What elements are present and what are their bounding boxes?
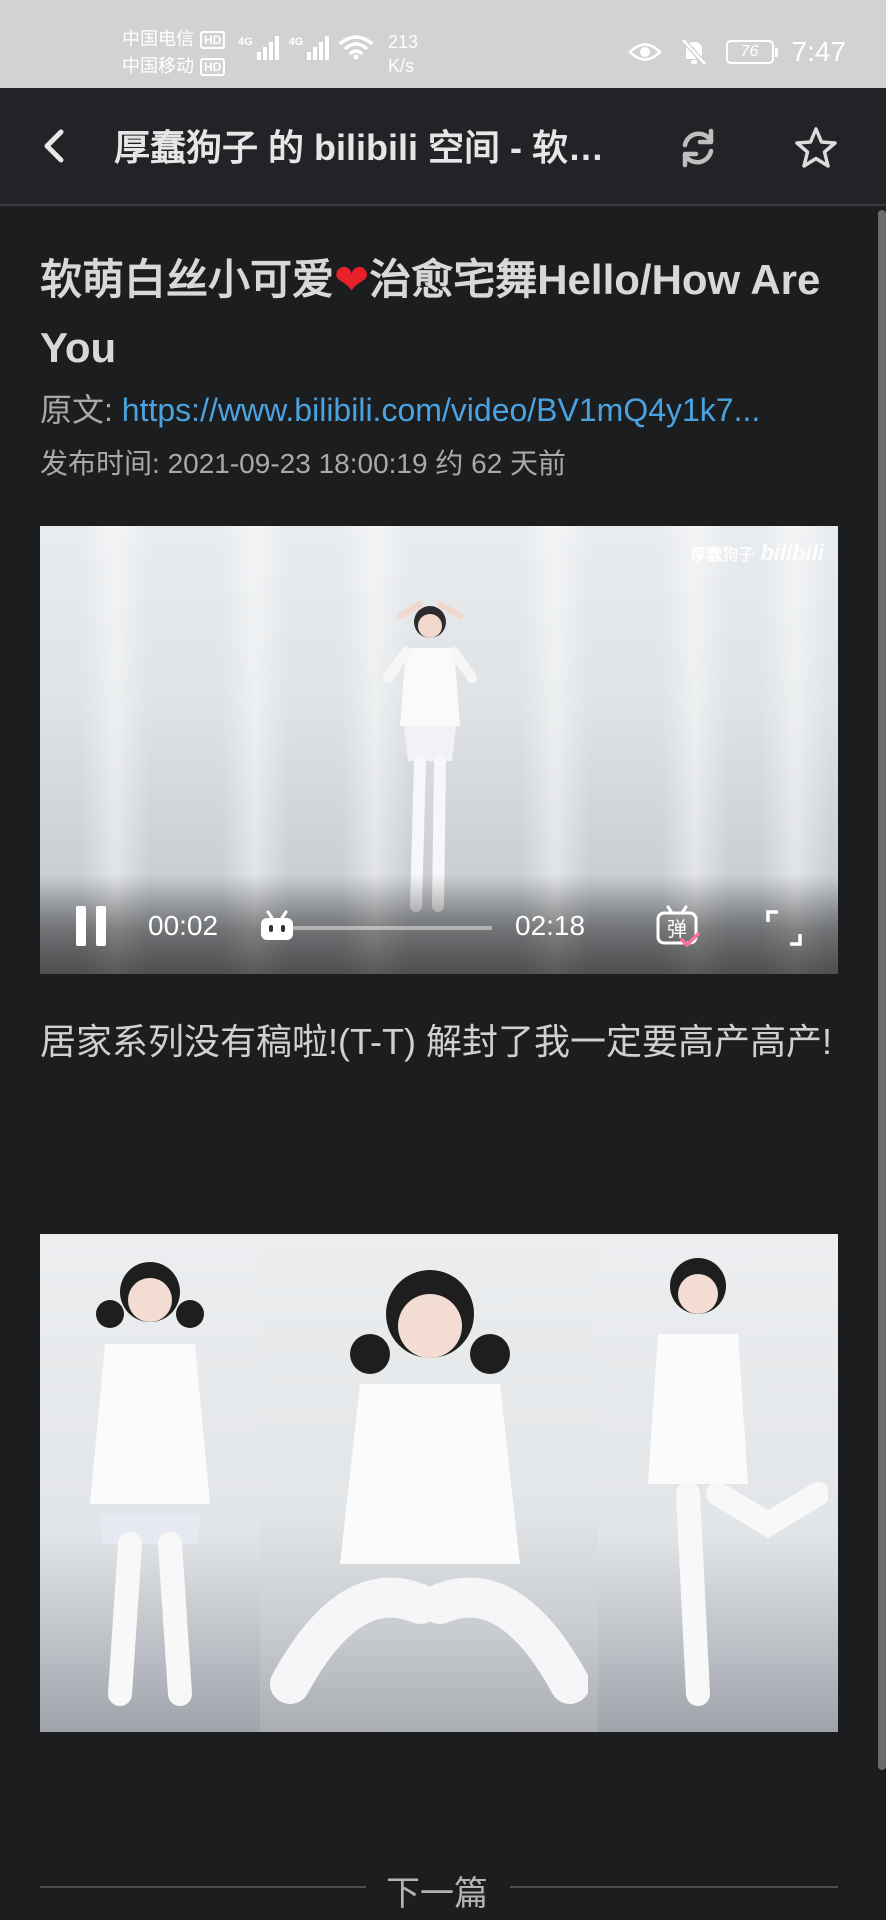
- photo-kicking: [598, 1234, 838, 1732]
- divider-left: [40, 1886, 366, 1888]
- signal-indicators: 4G 4G: [238, 34, 374, 60]
- photo-standing: [40, 1234, 260, 1732]
- progress-bar[interactable]: [272, 926, 492, 930]
- danmaku-toggle-icon[interactable]: 弹: [654, 904, 700, 950]
- eye-icon: [627, 43, 662, 61]
- total-time: 02:18: [515, 910, 586, 941]
- hd-badge: HD: [200, 30, 226, 49]
- battery-icon: 76: [725, 40, 778, 64]
- pause-button[interactable]: [76, 906, 112, 946]
- fullscreen-icon[interactable]: [764, 908, 804, 948]
- watermark-brand: bilibili: [760, 540, 824, 565]
- next-article-label[interactable]: 下一篇: [386, 1866, 488, 1915]
- status-bar: 中国电信 HD 中国移动 HD 4G 4G 213 K/s 76 7:47: [0, 0, 886, 88]
- article-content: 软萌白丝小可爱❤治愈宅舞Hello/How Are You 原文: https:…: [40, 206, 838, 1913]
- cell-signal-icon: 4G: [238, 36, 279, 60]
- next-article[interactable]: 下一篇: [40, 1856, 838, 1916]
- speed-value: 213: [388, 32, 419, 52]
- network-speed: 213 K/s: [388, 30, 418, 78]
- tv-mascot-seek-icon[interactable]: [258, 910, 296, 942]
- source-line: 原文: https://www.bilibili.com/video/BV1mQ…: [40, 390, 838, 430]
- publish-date-line: 发布时间: 2021-09-23 18:00:19 约 62 天前: [40, 444, 838, 484]
- carrier-2-name: 中国移动: [122, 56, 194, 76]
- video-player[interactable]: 厚蠢狗子 bilibili 00:02 02:18 弹: [40, 526, 838, 974]
- network-type-label: 4G: [238, 36, 253, 48]
- battery-level: 76: [740, 43, 759, 60]
- cell-signal-icon: 4G: [289, 36, 330, 60]
- clock: 7:47: [791, 36, 847, 67]
- network-type-label: 4G: [288, 36, 304, 48]
- source-label: 原文:: [40, 392, 113, 428]
- speed-unit: K/s: [388, 56, 415, 76]
- wifi-icon: [339, 35, 374, 60]
- carrier-info: 中国电信 HD 中国移动 HD: [122, 26, 226, 80]
- divider-right: [510, 1886, 838, 1888]
- page-title: 厚蠢狗子 的 bilibili 空间 - 软萌白丝小可爱❤️治愈宅舞Hello/…: [114, 127, 634, 168]
- photo-sitting: [260, 1234, 598, 1732]
- favorite-button[interactable]: [790, 122, 842, 174]
- chevron-left-icon: [44, 129, 64, 163]
- app-bar: 厚蠢狗子 的 bilibili 空间 - 软萌白丝小可爱❤️治愈宅舞Hello/…: [0, 88, 886, 206]
- mute-bell-icon: [680, 38, 707, 66]
- refresh-icon: [682, 128, 714, 168]
- current-time: 00:02: [148, 910, 219, 941]
- heart-emoji: ❤: [334, 256, 370, 303]
- publish-date-label: 发布时间:: [40, 448, 160, 479]
- video-controls: 00:02 02:18 弹: [40, 874, 838, 974]
- publish-date-value: 2021-09-23 18:00:19 约 62 天前: [167, 448, 567, 479]
- hd-badge: HD: [200, 57, 226, 76]
- source-link[interactable]: https://www.bilibili.com/video/BV1mQ4y1k…: [122, 392, 760, 428]
- article-title-part1: 软萌白丝小可爱: [40, 256, 335, 303]
- back-button[interactable]: [30, 122, 78, 170]
- article-description: 居家系列没有稿啦!(T-T) 解封了我一定要高产高产!: [40, 1021, 832, 1062]
- star-icon: [795, 127, 837, 168]
- status-right: 76 7:47: [627, 36, 847, 68]
- article-title: 软萌白丝小可爱❤治愈宅舞Hello/How Are You: [40, 246, 838, 382]
- photo-collage-image[interactable]: [40, 1234, 838, 1732]
- refresh-button[interactable]: [672, 122, 724, 174]
- video-watermark: 厚蠢狗子 bilibili: [690, 540, 824, 566]
- scrollbar[interactable]: [878, 210, 886, 1770]
- carrier-1-name: 中国电信: [122, 29, 194, 49]
- danmaku-label: 弹: [667, 917, 687, 941]
- watermark-user: 厚蠢狗子: [690, 547, 755, 564]
